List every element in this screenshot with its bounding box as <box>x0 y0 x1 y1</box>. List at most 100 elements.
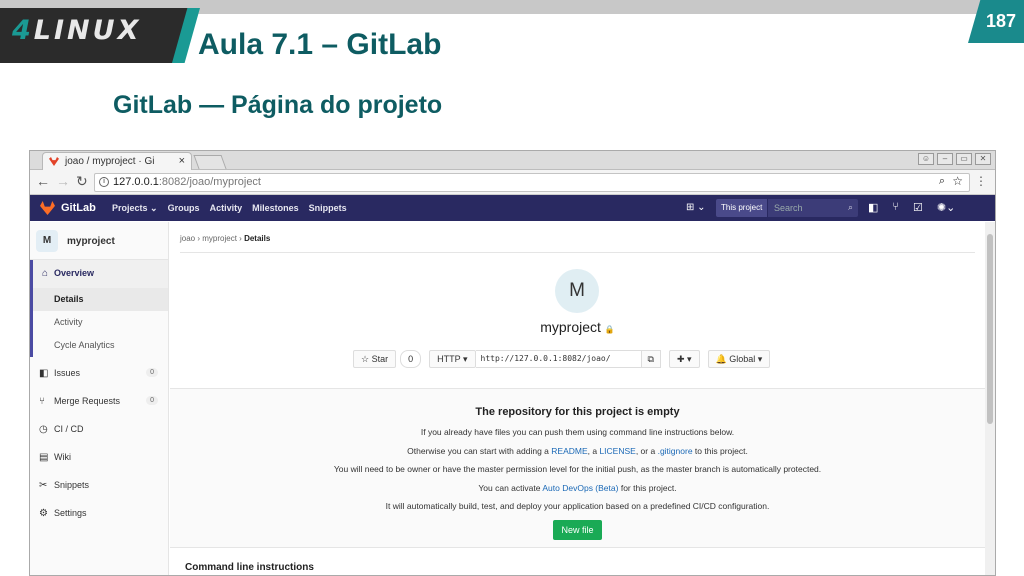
browser-menu-icon[interactable]: ⋮ <box>975 174 987 188</box>
user-avatar-icon[interactable]: ✺⌄ <box>937 201 955 214</box>
tab-close-icon[interactable]: × <box>179 155 185 167</box>
readme-link[interactable]: README <box>551 446 587 456</box>
empty-repo-line-4: You can activate Auto DevOps (Beta) for … <box>478 482 677 493</box>
sidebar-item-wiki[interactable]: ▤ Wiki <box>30 444 168 472</box>
slide-subtitle: GitLab — Página do projeto <box>113 91 443 119</box>
project-title: myproject 🔒 <box>540 319 615 335</box>
clone-group: HTTP ▾ http://127.0.0.1:8082/joao/ ⧉ <box>429 350 661 368</box>
sidebar-project-name: myproject <box>67 236 115 247</box>
nav-groups[interactable]: Groups <box>168 203 200 214</box>
protocol-dropdown[interactable]: HTTP ▾ <box>429 350 476 368</box>
merge-requests-nav-icon[interactable]: ⑂ <box>892 201 899 214</box>
new-file-button[interactable]: New file <box>553 519 602 540</box>
empty-repo-line-2: Otherwise you can start with adding a RE… <box>407 445 748 456</box>
breadcrumb-current: Details <box>244 234 271 243</box>
info-icon: i <box>99 177 109 187</box>
nav-milestones[interactable]: Milestones <box>252 203 299 214</box>
minimize-icon[interactable]: – <box>937 153 953 165</box>
caret-down-icon: ▾ <box>462 354 468 364</box>
tab-bar: joao / myproject · Gi × ☺ – ▭ ✕ <box>30 151 995 170</box>
scissors-icon: ✂ <box>39 480 48 491</box>
lock-icon: 🔒 <box>604 325 615 334</box>
merge-request-icon: ⑂ <box>39 396 45 407</box>
search-icon: ⌕ <box>847 202 853 212</box>
browser-tab[interactable]: joao / myproject · Gi × <box>42 152 192 170</box>
gitlab-brand[interactable]: GitLab <box>61 202 96 214</box>
gitignore-link[interactable]: .gitignore <box>658 446 693 456</box>
empty-repo-line-5: It will automatically build, test, and d… <box>385 501 770 511</box>
issues-nav-icon[interactable]: ◧ <box>868 201 878 214</box>
star-count[interactable]: 0 <box>400 350 422 368</box>
empty-repo-panel: The repository for this project is empty… <box>170 388 985 548</box>
todos-nav-icon[interactable]: ☑ <box>913 201 923 214</box>
auto-devops-link[interactable]: Auto DevOps (Beta) <box>542 483 618 493</box>
empty-repo-title: The repository for this project is empty <box>475 406 680 418</box>
breadcrumb: joao › myproject › Details <box>180 234 270 243</box>
sidebar-item-issues[interactable]: ◧ Issues 0 <box>30 360 168 388</box>
forward-icon[interactable]: → <box>56 173 70 189</box>
search-scope-label[interactable]: This project <box>716 199 768 217</box>
empty-repo-line-1: If you already have files you can push t… <box>420 427 735 437</box>
issues-icon: ◧ <box>39 368 49 379</box>
gear-icon: ⚙ <box>39 508 48 519</box>
star-button[interactable]: ☆ Star <box>353 350 397 368</box>
sidebar-item-snippets[interactable]: ✂ Snippets <box>30 472 168 500</box>
navbar-menu: Projects ⌄ Groups Activity Milestones Sn… <box>112 203 347 214</box>
bell-icon: 🔔 <box>715 354 727 364</box>
user-icon[interactable]: ☺ <box>918 153 934 165</box>
bookmark-star-icon[interactable]: ☆ <box>952 174 963 188</box>
address-bar-row: ← → ↻ i 127.0.0.1:8082/joao/myproject ⌕ … <box>30 170 995 195</box>
slide-title: Aula 7.1 – GitLab <box>198 28 442 61</box>
search-input[interactable]: Search ⌕ <box>768 199 858 217</box>
maximize-icon[interactable]: ▭ <box>956 153 972 165</box>
nav-snippets[interactable]: Snippets <box>309 203 347 214</box>
gitlab-favicon-icon <box>49 157 59 166</box>
breadcrumb-user[interactable]: joao <box>180 234 195 243</box>
project-sidebar: M myproject ⌂ Overview Details Activity … <box>30 222 169 575</box>
nav-activity[interactable]: Activity <box>210 203 243 214</box>
star-group: ☆ Star 0 <box>353 350 422 368</box>
project-avatar-large: M <box>555 269 599 313</box>
sidebar-subitem-activity[interactable]: Activity <box>30 311 168 334</box>
sidebar-item-settings[interactable]: ⚙ Settings <box>30 500 168 528</box>
license-link[interactable]: LICENSE <box>599 446 635 456</box>
sidebar-item-ci-cd[interactable]: ◷ CI / CD <box>30 416 168 444</box>
sidebar-subitem-cycle-analytics[interactable]: Cycle Analytics <box>30 334 168 357</box>
4linux-logo: 4LINUX <box>12 15 142 46</box>
copy-url-icon[interactable]: ⧉ <box>641 350 661 368</box>
project-controls: ☆ Star 0 HTTP ▾ http://127.0.0.1:8082/jo… <box>353 350 771 368</box>
url-path: :8082/joao/myproject <box>158 176 261 188</box>
reload-icon[interactable]: ↻ <box>76 173 88 190</box>
sidebar-item-overview[interactable]: ⌂ Overview <box>30 260 168 288</box>
breadcrumb-divider <box>180 252 975 253</box>
url-input[interactable]: i 127.0.0.1:8082/joao/myproject ⌕ ☆ <box>94 173 970 192</box>
merge-requests-count-badge: 0 <box>146 396 158 405</box>
sidebar-subitem-details[interactable]: Details <box>30 288 168 311</box>
breadcrumb-project[interactable]: myproject <box>202 234 237 243</box>
gitlab-navbar: GitLab Projects ⌄ Groups Activity Milest… <box>30 195 995 221</box>
gitlab-logo-icon[interactable] <box>40 201 55 215</box>
scrollbar-thumb[interactable] <box>987 234 993 424</box>
home-icon: ⌂ <box>42 268 49 279</box>
sidebar-item-merge-requests[interactable]: ⑂ Merge Requests 0 <box>30 388 168 416</box>
close-window-icon[interactable]: ✕ <box>975 153 991 165</box>
star-icon: ☆ <box>361 354 370 364</box>
new-dropdown-icon[interactable]: ⊞ ⌄ <box>686 202 706 213</box>
empty-repo-line-3: You will need to be owner or have the ma… <box>333 464 822 474</box>
rocket-icon: ◷ <box>39 424 48 435</box>
sidebar-project-header[interactable]: M myproject <box>30 222 168 260</box>
page-scrollbar[interactable] <box>985 222 995 575</box>
back-icon[interactable]: ← <box>36 173 50 189</box>
project-main: joao › myproject › Details M myproject 🔒… <box>170 222 985 575</box>
book-icon: ▤ <box>39 452 49 463</box>
notification-dropdown[interactable]: 🔔 Global ▾ <box>707 350 771 368</box>
caret-down-icon: ▾ <box>757 354 763 364</box>
zoom-icon[interactable]: ⌕ <box>939 175 945 188</box>
clone-url-input[interactable]: http://127.0.0.1:8082/joao/ <box>475 350 642 368</box>
command-line-heading: Command line instructions <box>185 562 314 573</box>
url-host: 127.0.0.1 <box>113 176 159 188</box>
new-tab-button[interactable] <box>193 155 227 169</box>
add-dropdown[interactable]: ✚ ▾ <box>668 350 700 368</box>
navbar-icons: ◧ ⑂ ☑ ✺⌄ <box>868 201 955 214</box>
nav-projects[interactable]: Projects ⌄ <box>112 203 158 214</box>
